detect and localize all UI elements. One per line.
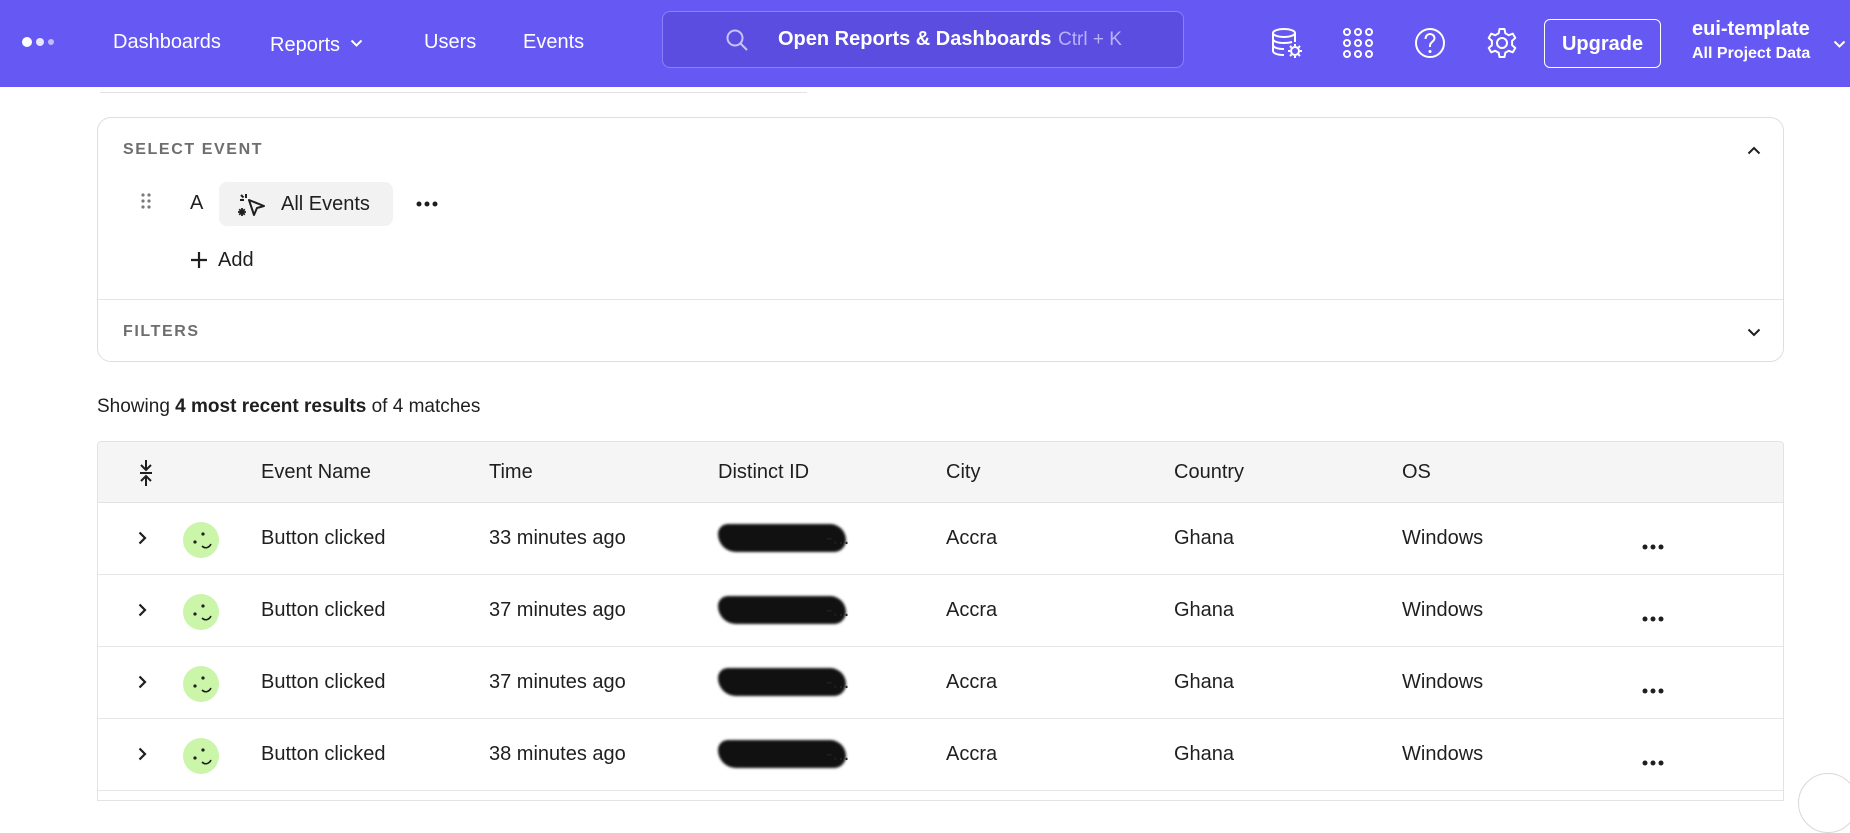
project-name: eui-template: [1692, 18, 1810, 40]
column-header-time[interactable]: Time: [489, 461, 533, 484]
summary-suffix: of 4 matches: [371, 396, 481, 417]
distinct-id-tail: -...: [826, 743, 850, 765]
column-header-os[interactable]: OS: [1402, 461, 1431, 484]
floating-help-button[interactable]: [1798, 773, 1850, 833]
event-chip-label: All Events: [281, 193, 370, 215]
event-selector-chip[interactable]: All Events: [219, 182, 393, 226]
drag-handle-icon[interactable]: [140, 192, 152, 215]
summary-count: 4 most recent results: [175, 396, 367, 417]
more-options-icon[interactable]: [1642, 681, 1664, 699]
search-icon: [725, 28, 749, 57]
more-options-icon[interactable]: [1642, 753, 1664, 771]
help-icon[interactable]: [1413, 26, 1447, 60]
chevron-down-icon[interactable]: [1747, 324, 1761, 342]
cell-os: Windows: [1402, 599, 1484, 621]
nav-reports-menu[interactable]: Reports: [270, 31, 363, 57]
chevron-right-icon[interactable]: [138, 603, 147, 622]
cell-country: Ghana: [1174, 743, 1235, 765]
cell-distinct-id[interactable]: -...: [718, 737, 850, 773]
search-input[interactable]: Open Reports & Dashboards Ctrl + K: [662, 11, 1184, 68]
table-row[interactable]: Button clicked 38 minutes ago -... Accra…: [98, 719, 1783, 791]
data-settings-icon[interactable]: [1270, 26, 1304, 60]
table-row[interactable]: Button clicked 33 minutes ago -... Accra…: [98, 503, 1783, 575]
logo-icon[interactable]: [22, 36, 62, 50]
cell-time: 38 minutes ago: [489, 743, 626, 765]
column-header-country[interactable]: Country: [1174, 461, 1244, 484]
chevron-up-icon[interactable]: [1747, 142, 1761, 160]
cell-os: Windows: [1402, 671, 1484, 693]
cell-event-name: Button clicked: [261, 599, 386, 621]
column-header-event-name[interactable]: Event Name: [261, 461, 371, 484]
more-options-icon[interactable]: [1642, 609, 1664, 627]
events-table: Event Name Time Distinct ID City Country…: [97, 441, 1784, 801]
cell-country: Ghana: [1174, 671, 1235, 693]
more-options-icon[interactable]: [1642, 537, 1664, 555]
column-header-city[interactable]: City: [946, 461, 980, 484]
upgrade-button[interactable]: Upgrade: [1544, 19, 1661, 68]
nav-reports-label: Reports: [270, 34, 341, 56]
column-header-distinct-id[interactable]: Distinct ID: [718, 461, 809, 484]
cell-city: Accra: [946, 743, 998, 765]
project-selector[interactable]: eui-template All Project Data: [1692, 18, 1810, 63]
plus-icon: [190, 251, 208, 274]
more-options-icon[interactable]: [416, 194, 438, 212]
cell-time: 33 minutes ago: [489, 527, 626, 549]
table-row[interactable]: Button clicked 37 minutes ago -... Accra…: [98, 575, 1783, 647]
add-event-button[interactable]: Add: [190, 249, 254, 274]
panel-divider: [98, 299, 1783, 300]
cell-country: Ghana: [1174, 599, 1235, 621]
cell-city: Accra: [946, 527, 998, 549]
distinct-id-tail: -...: [826, 599, 850, 621]
cell-distinct-id[interactable]: -...: [718, 665, 850, 701]
summary-prefix: Showing: [97, 396, 170, 417]
cell-country: Ghana: [1174, 527, 1235, 549]
tab-strip: [100, 87, 807, 93]
cursor-click-icon: [237, 192, 267, 223]
nav-dashboards-link[interactable]: Dashboards: [113, 31, 221, 54]
cell-event-name: Button clicked: [261, 527, 386, 549]
project-scope: All Project Data: [1692, 45, 1811, 62]
expand-all-icon[interactable]: [138, 459, 154, 492]
top-nav: Dashboards Reports Users Events Open Rep…: [0, 0, 1850, 87]
cell-time: 37 minutes ago: [489, 599, 626, 621]
cell-city: Accra: [946, 599, 998, 621]
gear-icon[interactable]: [1485, 26, 1519, 60]
avatar[interactable]: [183, 594, 219, 630]
cell-os: Windows: [1402, 743, 1484, 765]
distinct-id-tail: -...: [826, 671, 850, 693]
cell-city: Accra: [946, 671, 998, 693]
chevron-right-icon[interactable]: [138, 747, 147, 766]
nav-users-link[interactable]: Users: [424, 31, 476, 54]
query-panel: SELECT EVENT A All Events Add FILTERS: [97, 117, 1784, 362]
apps-grid-icon[interactable]: [1341, 26, 1375, 60]
cell-distinct-id[interactable]: -...: [718, 521, 850, 557]
cell-event-name: Button clicked: [261, 743, 386, 765]
avatar[interactable]: [183, 738, 219, 774]
chevron-down-icon[interactable]: [1833, 36, 1846, 54]
search-label: Open Reports & Dashboards: [778, 28, 1052, 50]
table-row[interactable]: Button clicked 37 minutes ago -... Accra…: [98, 647, 1783, 719]
filters-title[interactable]: FILTERS: [123, 323, 200, 341]
cell-distinct-id[interactable]: -...: [718, 593, 850, 629]
select-event-title: SELECT EVENT: [123, 141, 264, 158]
chevron-right-icon[interactable]: [138, 675, 147, 694]
cell-os: Windows: [1402, 527, 1484, 549]
add-event-label: Add: [218, 249, 254, 271]
chevron-down-icon: [350, 31, 363, 54]
nav-events-link[interactable]: Events: [523, 31, 584, 54]
cell-event-name: Button clicked: [261, 671, 386, 693]
chevron-right-icon[interactable]: [138, 531, 147, 550]
distinct-id-tail: -...: [826, 527, 850, 549]
search-shortcut: Ctrl + K: [1058, 29, 1122, 50]
avatar[interactable]: [183, 666, 219, 702]
cell-time: 37 minutes ago: [489, 671, 626, 693]
results-summary: Showing 4 most recent results of 4 match…: [97, 396, 480, 418]
table-header: Event Name Time Distinct ID City Country…: [98, 442, 1783, 503]
event-row-letter: A: [190, 192, 204, 214]
avatar[interactable]: [183, 522, 219, 558]
